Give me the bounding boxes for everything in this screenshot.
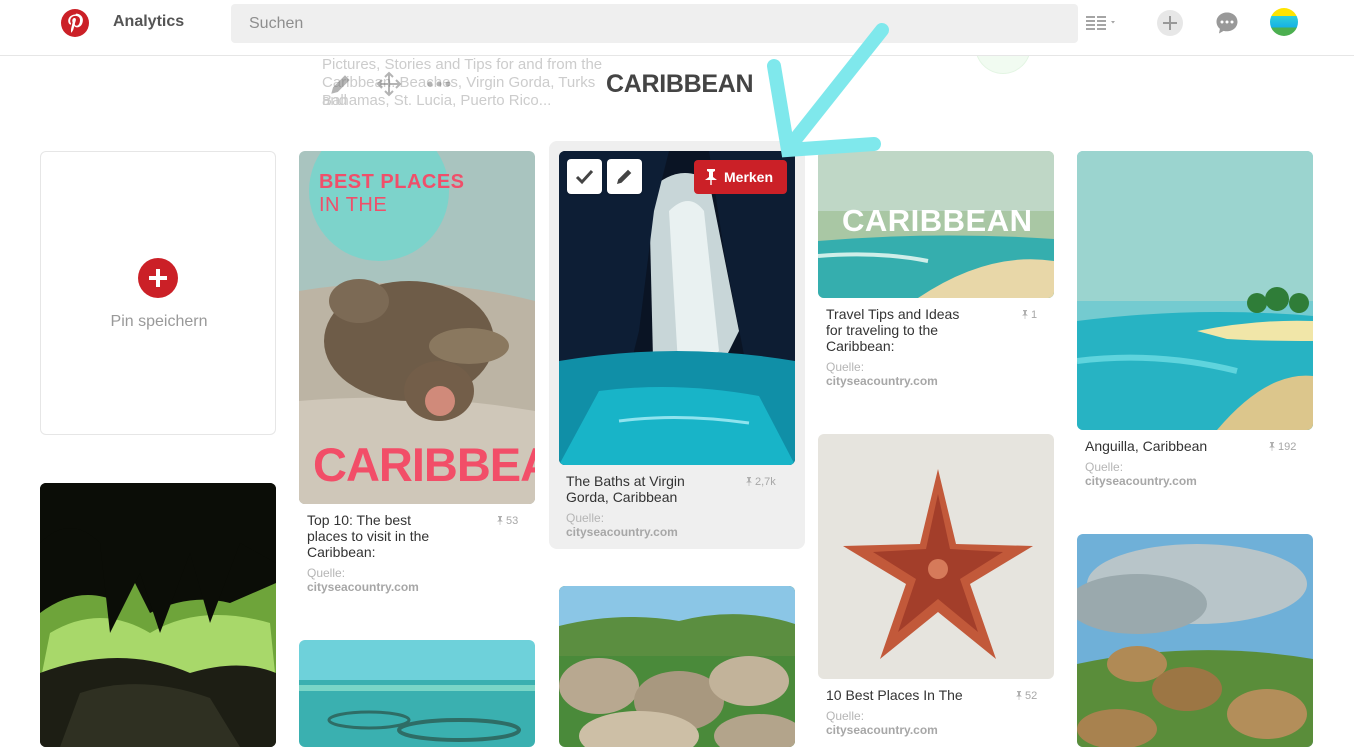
pin-description[interactable]: 10 Best Places In The <box>826 687 1006 703</box>
pin-source[interactable]: cityseacountry.com <box>1085 474 1197 488</box>
pin-image-boulders[interactable] <box>559 586 795 747</box>
pushpin-icon <box>705 169 717 185</box>
pin-image-caribbean-beach[interactable]: CARIBBEAN <box>818 151 1054 298</box>
pin-save-count: 52 <box>1016 690 1037 702</box>
pinterest-logo-icon[interactable] <box>61 9 89 37</box>
pin-image-reef[interactable] <box>299 640 535 747</box>
pin-save-count: 2,7k <box>746 476 776 488</box>
save-pin-label: Pin speichern <box>110 313 208 330</box>
top-header: Analytics <box>0 0 1354 56</box>
pin-source-label: Quelle: <box>1085 460 1124 474</box>
pushpin-icon <box>746 477 752 486</box>
pencil-icon <box>617 169 632 184</box>
pin-image-headline: BEST PLACES <box>319 171 465 193</box>
select-pin-button[interactable] <box>567 159 602 194</box>
pushpin-icon <box>1269 442 1275 451</box>
pin-image-the-baths[interactable] <box>559 151 795 465</box>
edit-pin-button[interactable] <box>607 159 642 194</box>
pin-source[interactable]: cityseacountry.com <box>826 374 938 388</box>
pin-image-starfish[interactable] <box>818 434 1054 679</box>
pin-save-count-value: 2,7k <box>755 476 776 488</box>
analytics-link[interactable]: Analytics <box>113 13 184 31</box>
plus-icon[interactable] <box>1157 10 1183 36</box>
pin-source-label: Quelle: <box>307 566 346 580</box>
arrow-annotation-icon <box>767 23 889 158</box>
pin-image-subheadline: IN THE <box>319 194 388 216</box>
pin-description[interactable]: Travel Tips and Ideas for traveling to t… <box>826 306 966 354</box>
pushpin-icon <box>1016 691 1022 700</box>
pin-save-count-value: 52 <box>1025 690 1038 702</box>
plus-icon[interactable] <box>138 258 178 298</box>
pin-source[interactable]: cityseacountry.com <box>826 723 938 737</box>
list-view-icon[interactable] <box>1086 13 1118 31</box>
pin-image-title: CARIBBEAN <box>313 438 535 491</box>
board-title: CARIBBEAN <box>606 70 754 98</box>
pin-image-rocks[interactable] <box>1077 534 1313 747</box>
pin-description[interactable]: The Baths at Virgin Gorda, Caribbean <box>566 473 696 505</box>
pin-source-label: Quelle: <box>826 709 865 723</box>
board-description-line: Pictures, Stories and Tips for and from … <box>322 56 603 73</box>
pushpin-icon <box>1022 310 1028 319</box>
pin-save-count: 53 <box>497 515 518 527</box>
edit-icon[interactable] <box>328 71 354 97</box>
pin-image-anguilla[interactable] <box>1077 151 1313 430</box>
pin-image-cave[interactable] <box>40 483 276 747</box>
pin-image-title: CARIBBEAN <box>842 203 1033 238</box>
pin-description[interactable]: Anguilla, Caribbean <box>1085 438 1245 454</box>
pin-save-count: 192 <box>1269 441 1296 453</box>
move-icon[interactable] <box>376 71 402 97</box>
pin-description[interactable]: Top 10: The best places to visit in the … <box>307 512 437 560</box>
pin-save-count-value: 192 <box>1278 441 1297 453</box>
pin-image-best-places[interactable]: BEST PLACES IN THE CARIBBEAN <box>299 151 535 504</box>
pin-save-count: 1 <box>1022 309 1037 321</box>
pin-source[interactable]: cityseacountry.com <box>566 525 678 539</box>
more-icon[interactable] <box>426 71 452 97</box>
pin-save-count-value: 53 <box>506 515 519 527</box>
pin-source-label: Quelle: <box>566 511 605 525</box>
pushpin-icon <box>497 516 503 525</box>
pin-source[interactable]: cityseacountry.com <box>307 580 419 594</box>
chat-icon[interactable] <box>1214 10 1240 36</box>
search-input[interactable] <box>231 4 1078 43</box>
avatar[interactable] <box>1270 8 1298 36</box>
merken-button-label: Merken <box>724 169 774 185</box>
pin-source-label: Quelle: <box>826 360 865 374</box>
pin-save-count-value: 1 <box>1031 309 1038 321</box>
check-icon <box>575 169 594 185</box>
save-pin-card[interactable]: Pin speichern <box>40 151 276 435</box>
